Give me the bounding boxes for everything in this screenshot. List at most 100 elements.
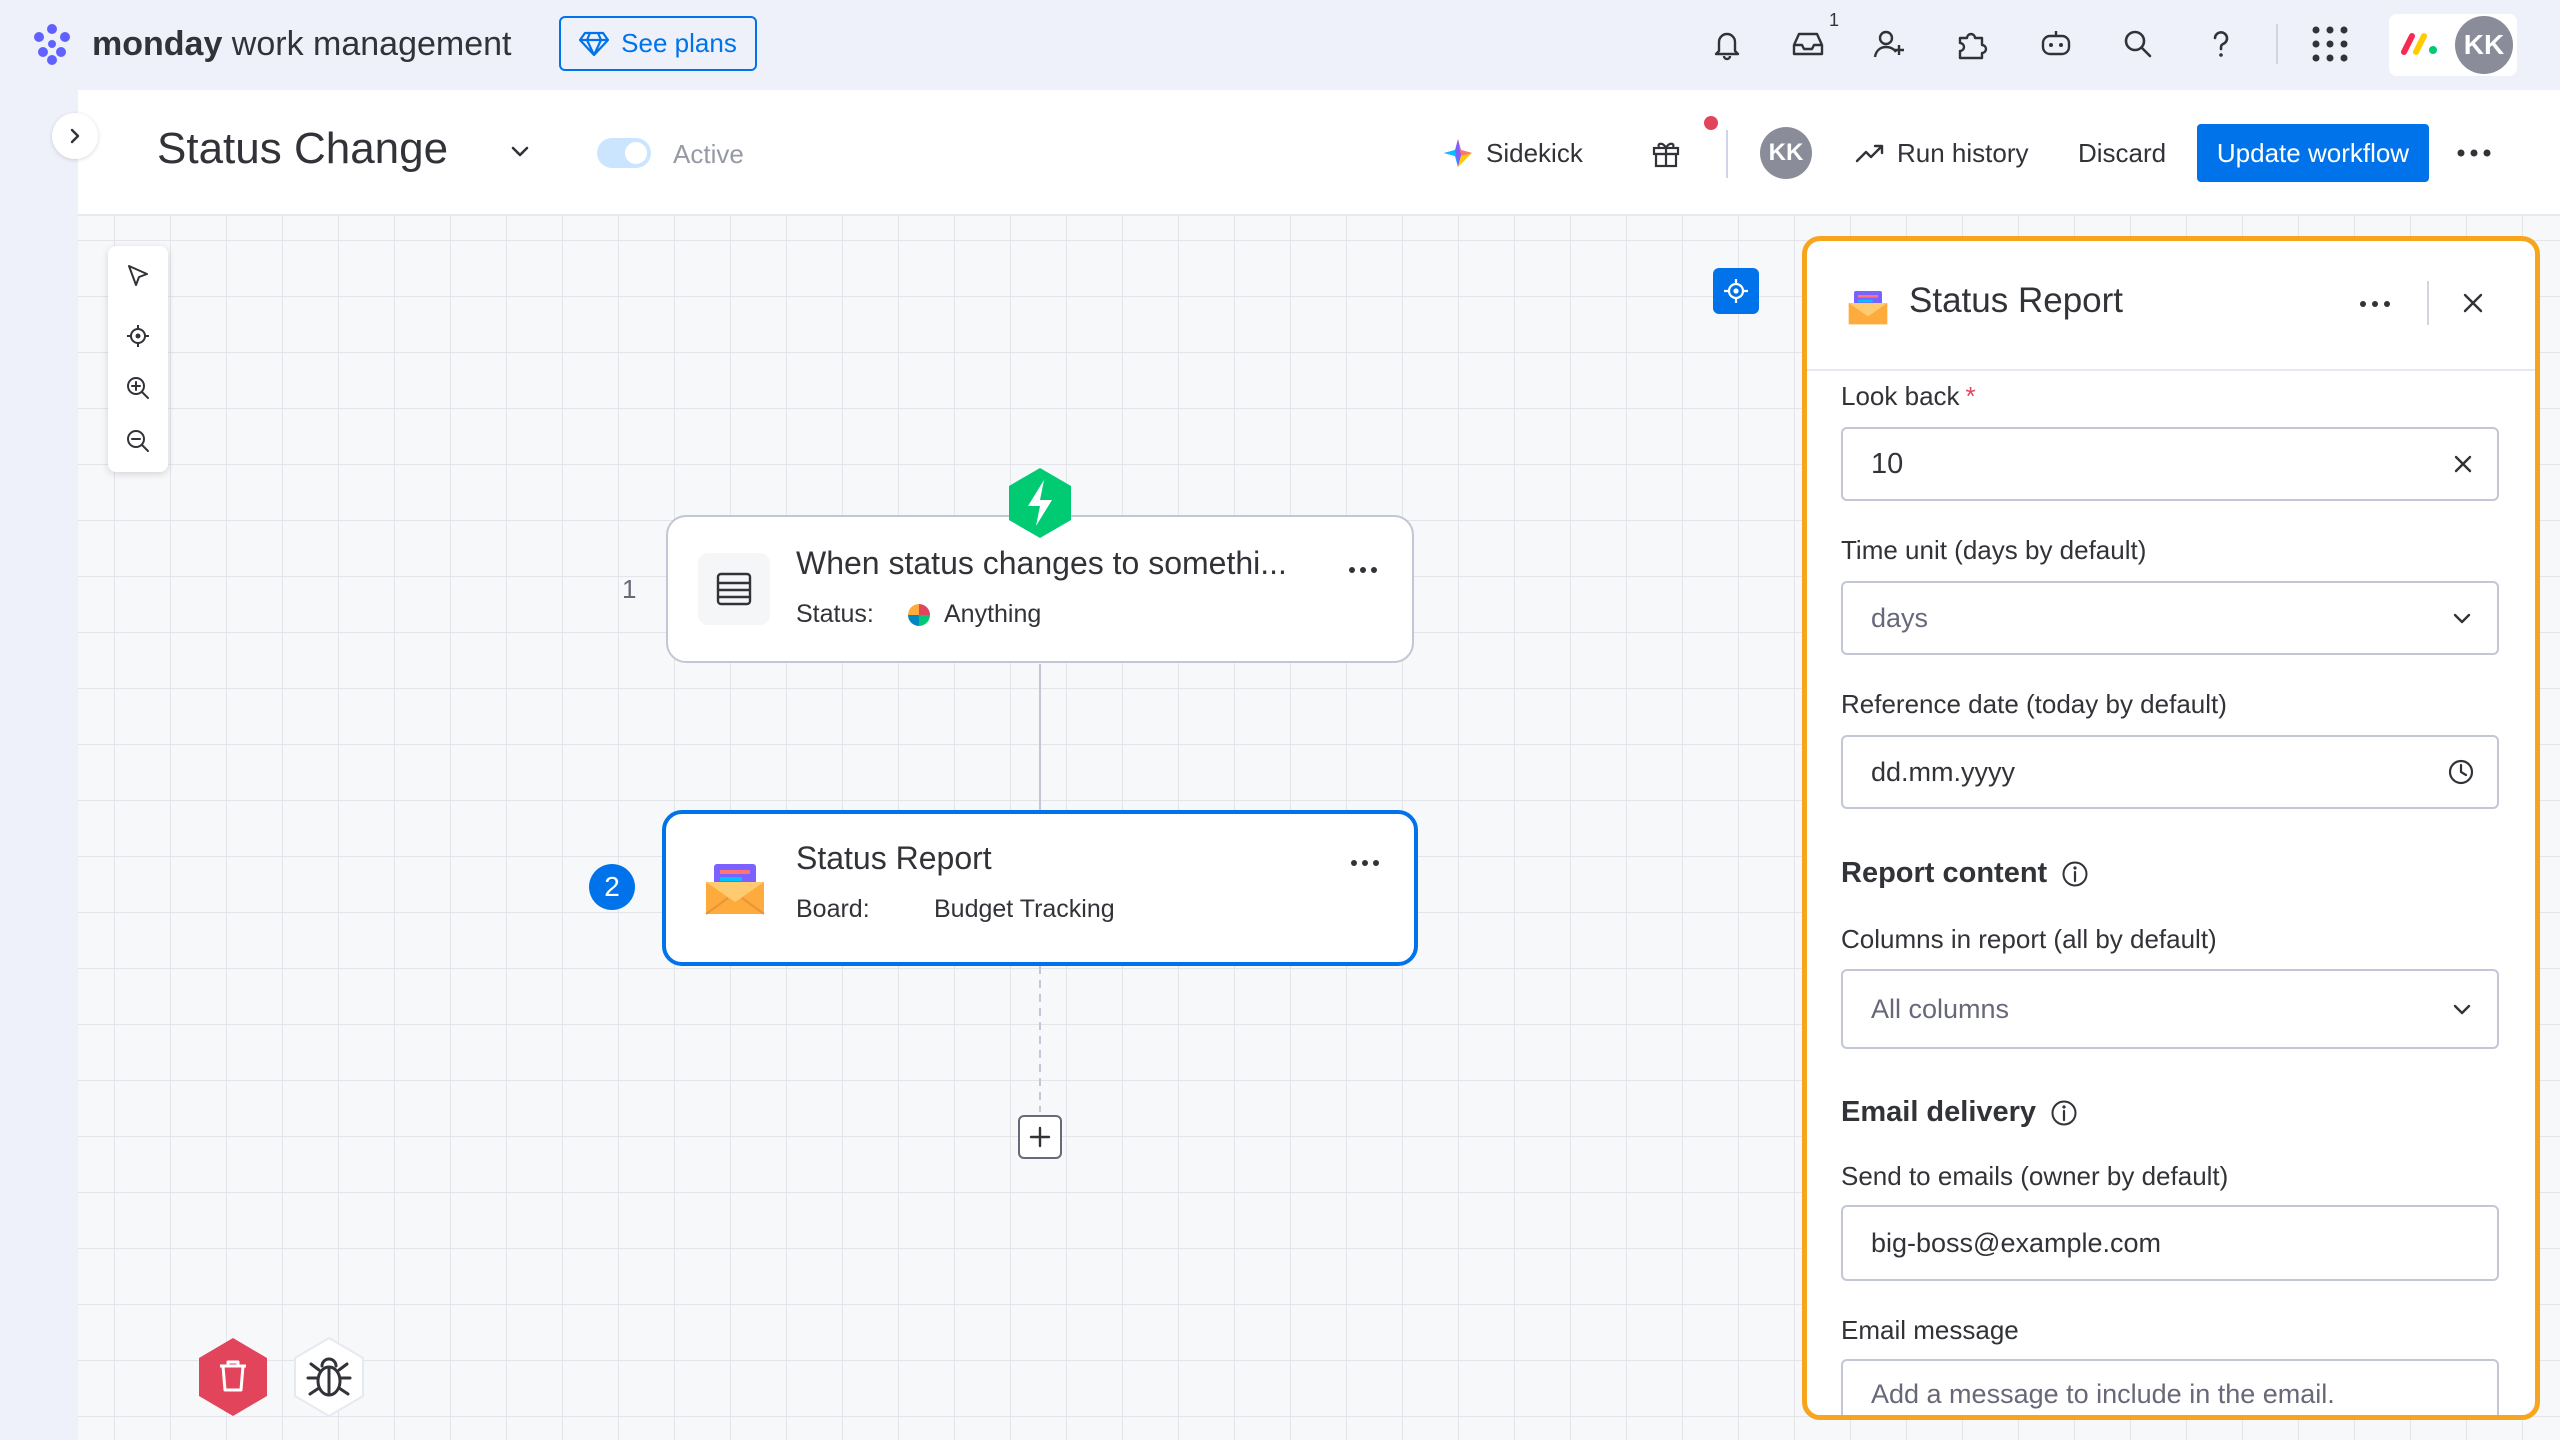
run-history-label: Run history bbox=[1897, 137, 2029, 168]
info-icon[interactable] bbox=[2050, 1099, 2078, 1127]
columns-select[interactable]: All columns bbox=[1841, 969, 2499, 1049]
monday-apps-icon bbox=[2400, 28, 2440, 58]
sidebar-expand-button[interactable] bbox=[52, 113, 98, 159]
look-back-label: Look back * bbox=[1841, 381, 1976, 411]
search-icon[interactable] bbox=[2116, 22, 2160, 66]
workflow-title[interactable]: Status Change bbox=[157, 124, 448, 174]
sidekick-icon bbox=[1442, 137, 1474, 169]
canvas-toolbox bbox=[108, 246, 168, 472]
update-workflow-label: Update workflow bbox=[2216, 137, 2410, 168]
email-message-placeholder: Add a message to include in the email. bbox=[1871, 1379, 2335, 1409]
workflow-title-text: Status Change bbox=[157, 124, 449, 173]
time-unit-value: days bbox=[1871, 602, 1929, 633]
notification-dot bbox=[1704, 116, 1718, 130]
mail-icon bbox=[1847, 287, 1889, 327]
table-icon bbox=[698, 553, 770, 625]
chevron-down-icon bbox=[2449, 996, 2475, 1022]
recenter-button[interactable] bbox=[1713, 268, 1759, 314]
ai-icon[interactable] bbox=[2034, 22, 2078, 66]
reference-date-label: Reference date (today by default) bbox=[1841, 689, 2227, 719]
avatar[interactable]: KK bbox=[2455, 16, 2513, 74]
update-workflow-button[interactable]: Update workflow bbox=[2197, 124, 2429, 182]
trigger-status-label: Status: bbox=[796, 600, 874, 628]
discard-button[interactable]: Discard bbox=[2078, 130, 2166, 176]
reference-date-input[interactable]: dd.mm.yyyy bbox=[1841, 735, 2499, 809]
gift-icon[interactable] bbox=[1650, 137, 1682, 169]
recenter-icon bbox=[1722, 277, 1750, 305]
trigger-title: When status changes to somethi... bbox=[796, 545, 1287, 581]
panel-title: Status Report bbox=[1909, 281, 2123, 320]
connector-line-dashed bbox=[1039, 966, 1041, 1112]
plus-icon bbox=[1027, 1124, 1053, 1150]
help-icon[interactable] bbox=[2199, 22, 2243, 66]
send-to-input[interactable]: big-boss@example.com bbox=[1841, 1205, 2499, 1281]
discard-label: Discard bbox=[2078, 137, 2167, 168]
grid-icon[interactable] bbox=[2308, 22, 2352, 66]
trend-icon bbox=[1855, 141, 1885, 165]
brand-name: monday work management bbox=[92, 24, 512, 63]
send-to-value: big-boss@example.com bbox=[1871, 1227, 2162, 1258]
status-dot-icon bbox=[908, 604, 930, 626]
step-number: 1 bbox=[622, 574, 637, 604]
sidebar-expand-icon bbox=[67, 127, 83, 145]
monday-logo-icon bbox=[28, 20, 76, 68]
sidekick-button[interactable]: Sidekick bbox=[1442, 130, 1583, 176]
header-divider bbox=[1726, 130, 1728, 178]
step-config-panel: Status Report Look back * 10 Time unit (d… bbox=[1802, 236, 2540, 1420]
left-sidebar-collapsed bbox=[24, 90, 78, 1440]
action-board-value: Budget Tracking bbox=[934, 895, 1115, 923]
delete-button[interactable] bbox=[196, 1336, 270, 1418]
mail-icon bbox=[704, 858, 766, 918]
top-bar: monday work management See plans 1 KK bbox=[0, 0, 2560, 88]
see-plans-button[interactable]: See plans bbox=[559, 16, 757, 71]
status-report-node[interactable]: Status Report Board: Budget Tracking bbox=[662, 810, 1418, 966]
debug-button[interactable] bbox=[292, 1336, 366, 1418]
columns-value: All columns bbox=[1871, 993, 2010, 1024]
locate-icon[interactable] bbox=[123, 321, 153, 351]
action-board-label: Board: bbox=[796, 895, 870, 923]
apps-icon[interactable] bbox=[1950, 22, 1994, 66]
connector-line bbox=[1039, 664, 1041, 810]
workflow-owner-avatar[interactable]: KK bbox=[1760, 127, 1812, 179]
zoom-in-icon[interactable] bbox=[123, 373, 153, 403]
more-icon[interactable] bbox=[1348, 565, 1378, 575]
bell-icon[interactable] bbox=[1705, 22, 1749, 66]
info-icon[interactable] bbox=[2061, 860, 2089, 888]
more-icon[interactable] bbox=[2456, 148, 2492, 158]
diamond-icon bbox=[579, 31, 610, 57]
brand[interactable]: monday work management bbox=[28, 18, 512, 70]
run-history-button[interactable]: Run history bbox=[1855, 130, 2029, 176]
look-back-input[interactable]: 10 bbox=[1841, 427, 2499, 501]
trigger-status-value: Anything bbox=[944, 600, 1042, 628]
zoom-out-icon[interactable] bbox=[123, 426, 153, 456]
panel-header-divider bbox=[2427, 281, 2429, 325]
clock-icon[interactable] bbox=[2447, 758, 2475, 786]
add-step-button[interactable] bbox=[1018, 1115, 1062, 1159]
more-icon[interactable] bbox=[2359, 299, 2391, 309]
sidekick-label: Sidekick bbox=[1486, 137, 1583, 168]
see-plans-label: See plans bbox=[621, 28, 737, 58]
lightning-icon bbox=[1006, 466, 1074, 540]
chevron-down-icon[interactable] bbox=[506, 138, 534, 166]
more-icon[interactable] bbox=[1350, 858, 1380, 868]
close-icon[interactable] bbox=[2459, 289, 2487, 317]
invite-icon[interactable] bbox=[1868, 22, 1912, 66]
report-content-heading: Report content bbox=[1841, 857, 2089, 890]
action-title: Status Report bbox=[796, 840, 992, 876]
pointer-icon[interactable] bbox=[123, 261, 153, 291]
reference-date-placeholder: dd.mm.yyyy bbox=[1871, 756, 2016, 787]
panel-header-separator bbox=[1807, 369, 2535, 371]
chevron-down-icon bbox=[2449, 605, 2475, 631]
inbox-icon[interactable] bbox=[1786, 22, 1830, 66]
look-back-value: 10 bbox=[1871, 447, 1904, 480]
time-unit-label: Time unit (days by default) bbox=[1841, 535, 2147, 565]
clear-icon[interactable] bbox=[2451, 452, 2475, 476]
time-unit-select[interactable]: days bbox=[1841, 581, 2499, 655]
columns-label: Columns in report (all by default) bbox=[1841, 924, 2217, 954]
active-label: Active bbox=[673, 139, 744, 169]
send-to-label: Send to emails (owner by default) bbox=[1841, 1161, 2229, 1191]
active-toggle[interactable] bbox=[597, 138, 651, 168]
email-delivery-heading: Email delivery bbox=[1841, 1096, 2078, 1129]
email-message-textarea[interactable]: Add a message to include in the email. bbox=[1841, 1359, 2499, 1415]
required-marker: * bbox=[1965, 381, 1976, 411]
